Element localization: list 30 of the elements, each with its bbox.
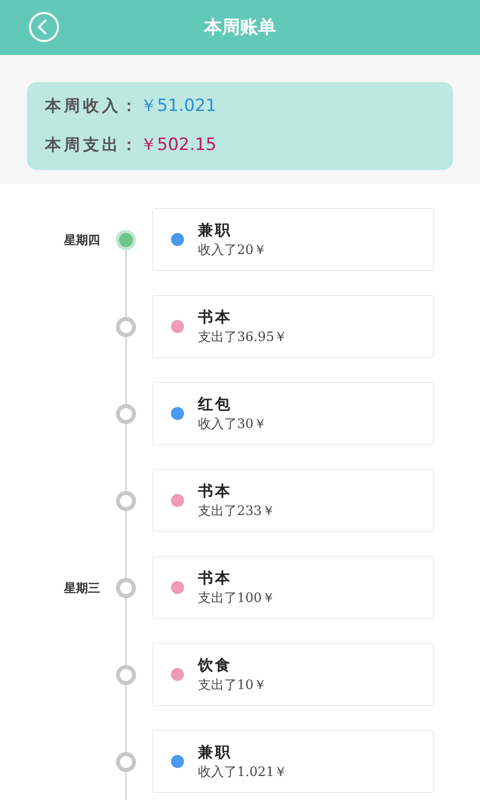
summary-amount: ￥51.021 bbox=[140, 94, 216, 118]
summary-amount: ￥502.15 bbox=[140, 134, 216, 157]
weekday-label: 星期三 bbox=[64, 580, 100, 596]
entry-card[interactable]: 书本 支出了36.95￥ bbox=[152, 295, 434, 358]
entry-detail: 支出了100￥ bbox=[198, 590, 275, 608]
page-title: 本周账单 bbox=[204, 16, 276, 40]
back-icon bbox=[28, 11, 60, 43]
entry-title: 兼职 bbox=[198, 220, 233, 240]
entry-title: 饮食 bbox=[198, 654, 233, 676]
entry-card[interactable]: 饮食 支出了10￥ bbox=[152, 643, 434, 706]
entry-card[interactable]: 兼职 收入了20￥ bbox=[152, 208, 434, 271]
summary-label: 本周收入： bbox=[45, 94, 140, 116]
entry-detail: 收入了1.021￥ bbox=[198, 764, 288, 782]
entry-card[interactable]: 书本 支出了100￥ bbox=[152, 556, 434, 619]
back-button[interactable] bbox=[28, 11, 60, 43]
entry-card[interactable]: 兼职 收入了1.021￥ bbox=[152, 730, 434, 793]
entry-card[interactable]: 书本 支出了233￥ bbox=[152, 469, 434, 532]
entry-card[interactable]: 红包 收入了30￥ bbox=[152, 382, 434, 445]
entry-title: 书本 bbox=[198, 480, 233, 502]
entry-detail: 支出了10￥ bbox=[198, 677, 267, 695]
entry-detail: 支出了233￥ bbox=[198, 503, 275, 521]
entry-detail: 收入了20￥ bbox=[198, 242, 267, 260]
entry-title: 兼职 bbox=[198, 742, 233, 762]
entry-detail: 支出了36.95￥ bbox=[198, 329, 288, 347]
entry-title: 书本 bbox=[198, 568, 233, 588]
entry-title: 书本 bbox=[198, 306, 233, 328]
entry-detail: 收入了30￥ bbox=[198, 416, 267, 434]
entry-title: 红包 bbox=[198, 394, 233, 414]
summary-label: 本周支出： bbox=[45, 134, 140, 156]
weekday-label: 星期四 bbox=[64, 232, 100, 248]
